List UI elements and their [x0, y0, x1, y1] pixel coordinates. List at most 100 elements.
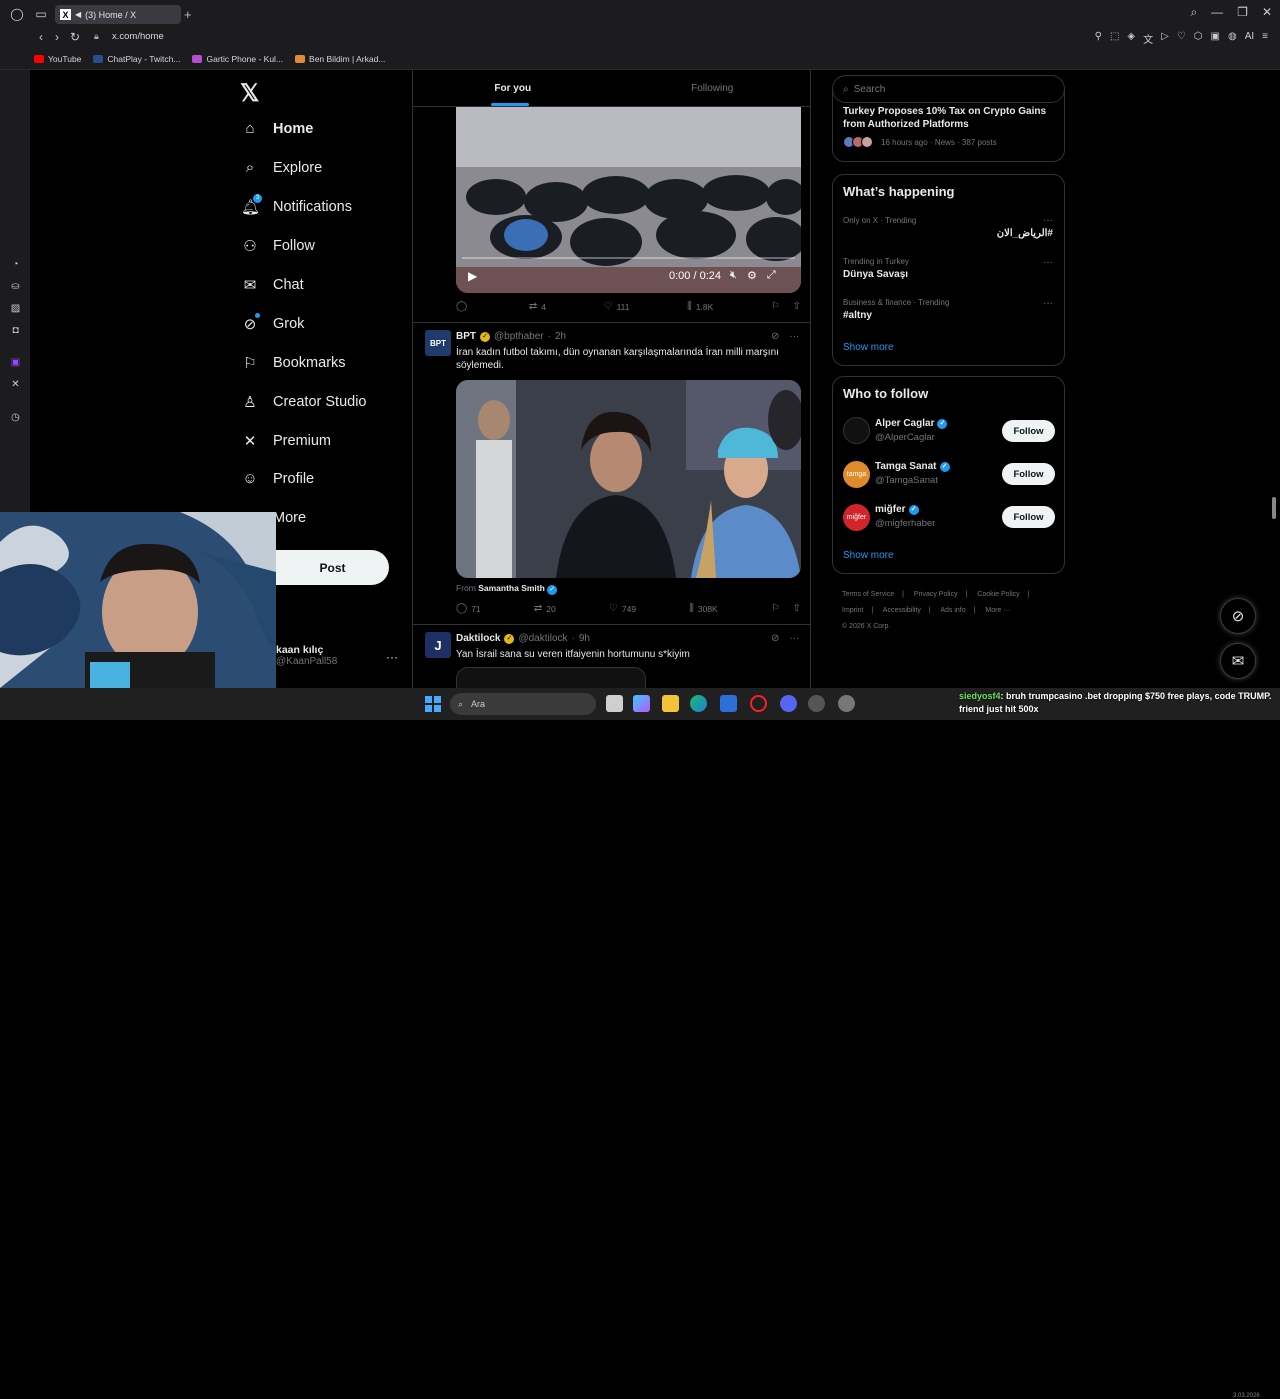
show-more-link[interactable]: Show more: [843, 342, 894, 353]
avatar-bpt[interactable]: BPT: [425, 330, 451, 356]
twitch-icon[interactable]: ▣: [9, 356, 22, 369]
wallet-icon[interactable]: ▣: [1211, 31, 1220, 46]
forward-button[interactable]: ›: [48, 30, 66, 44]
from-author[interactable]: Samantha Smith: [478, 583, 545, 593]
bookmark-icon[interactable]: ⚐: [771, 603, 780, 614]
nav-notifications[interactable]: 🔔︎ 3 Notifications: [241, 194, 352, 216]
nav-bookmarks[interactable]: ⚐ Bookmarks: [241, 354, 345, 372]
follow-button[interactable]: Follow: [1002, 463, 1055, 485]
avatar-daktilock[interactable]: J: [425, 632, 451, 658]
edge-icon[interactable]: [690, 695, 707, 712]
nav-creator-studio[interactable]: ♙ Creator Studio: [241, 393, 366, 411]
ai-button[interactable]: AI: [1245, 31, 1254, 46]
suggestion-name[interactable]: Tamga Sanat ✓: [875, 461, 950, 472]
reply-button[interactable]: ◯ 71: [456, 603, 481, 614]
account-more-icon[interactable]: ···: [386, 650, 398, 664]
speed-dial-icon[interactable]: ◔: [9, 258, 22, 271]
account-switcher[interactable]: kaan kılıç @KaanPall58: [276, 644, 337, 667]
heart-icon[interactable]: ♡: [1177, 31, 1186, 46]
share-icon[interactable]: ⇧: [793, 301, 801, 312]
discord-icon[interactable]: [780, 695, 797, 712]
follow-button[interactable]: Follow: [1002, 506, 1055, 528]
play-icon[interactable]: ▶: [468, 269, 477, 283]
trend-more-icon[interactable]: ···: [1043, 298, 1053, 309]
footer-terms[interactable]: Terms of Service: [842, 591, 894, 598]
search-icon[interactable]: ⌕: [1190, 5, 1197, 20]
show-more-link[interactable]: Show more: [843, 550, 894, 561]
trend-name[interactable]: #altny: [843, 310, 872, 321]
messenger-icon[interactable]: ◘: [9, 324, 22, 337]
author-handle[interactable]: @daktilock: [518, 633, 567, 644]
tweet-time[interactable]: 9h: [579, 633, 590, 644]
aria-icon[interactable]: ⛀: [9, 280, 22, 293]
views-button[interactable]: ⫼ 308K: [689, 603, 717, 614]
steam-icon[interactable]: [808, 695, 825, 712]
trend-more-icon[interactable]: ···: [1043, 257, 1053, 268]
author-name[interactable]: Daktilock: [456, 633, 500, 644]
bookmark-chatplay[interactable]: ChatPlay - Twitch...: [93, 54, 180, 64]
settings-icon[interactable]: ⚙: [747, 269, 757, 282]
store-icon[interactable]: [720, 695, 737, 712]
maximize-button[interactable]: ❐: [1237, 5, 1248, 20]
opera-logo-icon[interactable]: ◯: [6, 3, 28, 25]
bookmark-ben-bildim[interactable]: Ben Bildim | Arkad...: [295, 54, 385, 64]
footer-ads-info[interactable]: Ads info: [940, 607, 965, 614]
tweet-media[interactable]: [456, 667, 646, 688]
like-button[interactable]: ♡ 749: [609, 603, 636, 614]
news-title[interactable]: Turkey Proposes 10% Tax on Crypto Gains …: [843, 105, 1058, 131]
pinboard-icon[interactable]: ▨: [9, 302, 22, 315]
translate-icon[interactable]: 文: [1143, 31, 1153, 46]
share-icon[interactable]: ⇧: [793, 603, 801, 614]
tweet-time[interactable]: 2h: [555, 331, 566, 342]
nav-premium[interactable]: ✕ Premium: [241, 432, 331, 450]
browser-tab[interactable]: X ◀ (3) Home / X: [55, 5, 181, 24]
footer-privacy[interactable]: Privacy Policy: [914, 591, 958, 598]
search-input[interactable]: ⌕ Search: [832, 75, 1065, 103]
fullscreen-icon[interactable]: ⤢: [767, 269, 776, 282]
author-handle[interactable]: @bpthaber: [494, 331, 544, 342]
bookmark-icon[interactable]: ⚐: [771, 301, 780, 312]
footer-imprint[interactable]: Imprint: [842, 607, 863, 614]
menu-icon[interactable]: ≡: [1262, 31, 1268, 46]
history-icon[interactable]: ◷: [9, 411, 22, 424]
bookmark-youtube[interactable]: YouTube: [34, 54, 81, 64]
video-progress-bar[interactable]: [462, 257, 795, 259]
trend-name[interactable]: #الرياض_الان: [997, 228, 1053, 239]
pin-icon[interactable]: ⚲: [1095, 31, 1102, 46]
close-button[interactable]: ✕: [1262, 5, 1272, 20]
windows-start-icon[interactable]: [425, 696, 441, 712]
nav-chat[interactable]: ✉ Chat: [241, 276, 304, 294]
tab-for-you[interactable]: For you: [413, 70, 613, 106]
like-button[interactable]: ♡ 111: [604, 301, 630, 312]
nav-profile[interactable]: ☺ Profile: [241, 470, 314, 487]
shield-icon[interactable]: ◈: [1127, 31, 1135, 46]
grok-icon[interactable]: ⊘: [771, 331, 779, 342]
nav-grok[interactable]: ⊘ Grok: [241, 313, 304, 333]
repost-button[interactable]: ⇄ 4: [529, 301, 546, 312]
avatar[interactable]: tamga: [843, 461, 870, 488]
x-sidebar-icon[interactable]: ✕: [9, 378, 22, 391]
snapshot-icon[interactable]: ⬚: [1110, 31, 1119, 46]
tab-following[interactable]: Following: [613, 70, 811, 106]
repost-button[interactable]: ⇄ 20: [534, 603, 556, 614]
tweet-video[interactable]: ▶ 0:00 / 0:24 🔇︎ ⚙ ⤢: [456, 107, 801, 293]
task-view-icon[interactable]: [606, 695, 623, 712]
author-name[interactable]: BPT: [456, 331, 476, 342]
reload-button[interactable]: ↻: [66, 30, 84, 44]
grok-fab-button[interactable]: ⊘: [1220, 598, 1256, 634]
file-explorer-icon[interactable]: [662, 695, 679, 712]
suggestion-name[interactable]: miğfer ✓: [875, 504, 919, 515]
mute-icon[interactable]: 🔇︎: [730, 269, 737, 282]
obs-icon[interactable]: [838, 695, 855, 712]
account-icon[interactable]: ◍: [1228, 31, 1237, 46]
messages-fab-button[interactable]: ✉: [1220, 643, 1256, 679]
avatar[interactable]: miğfer: [843, 504, 870, 531]
taskbar-search[interactable]: ⌕ Ara: [450, 693, 596, 715]
minimize-button[interactable]: —: [1211, 5, 1223, 20]
follow-button[interactable]: Follow: [1002, 420, 1055, 442]
post-button[interactable]: Post: [276, 550, 389, 585]
more-icon[interactable]: ···: [789, 331, 799, 342]
opera-icon[interactable]: [750, 695, 767, 712]
nav-follow[interactable]: ⚇ Follow: [241, 237, 315, 255]
grok-icon[interactable]: ⊘: [771, 633, 779, 644]
